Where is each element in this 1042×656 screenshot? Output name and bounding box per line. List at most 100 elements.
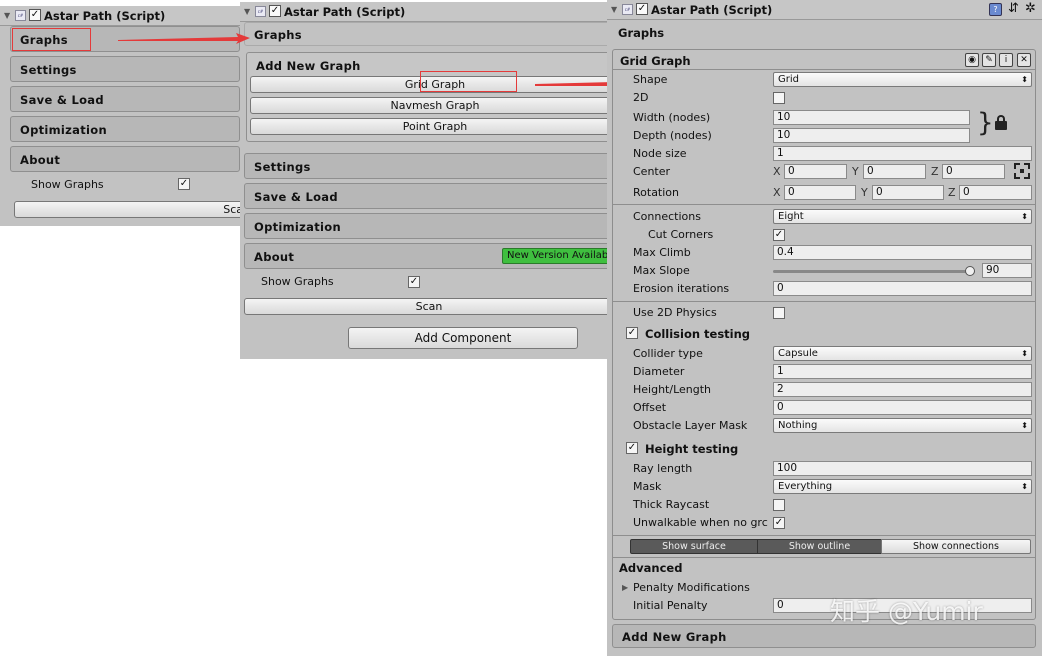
rotation-y-field[interactable]: 0 [872, 185, 944, 200]
rotation-z-field[interactable]: 0 [959, 185, 1032, 200]
thick-raycast-label: Thick Raycast [633, 498, 710, 511]
connections-dropdown[interactable]: Eight [773, 209, 1032, 224]
max-slope-slider-thumb[interactable] [965, 266, 975, 276]
width-field[interactable]: 10 [773, 110, 970, 125]
collider-type-label: Collider type [633, 347, 703, 360]
height-testing-checkbox[interactable]: ✓ [626, 442, 638, 454]
advanced-header[interactable]: Advanced [619, 561, 682, 575]
unwalkable-checkbox[interactable]: ✓ [773, 517, 785, 529]
preset-icon[interactable]: ⇵ [1008, 1, 1019, 16]
graphs-section[interactable]: Graphs [244, 22, 607, 46]
center-z-label: Z [931, 165, 939, 178]
script-icon: c# [15, 10, 26, 21]
show-surface-toggle[interactable]: Show surface [630, 539, 758, 554]
shape-dropdown[interactable]: Grid [773, 72, 1032, 87]
show-graphs-label: Show Graphs [31, 178, 104, 191]
component-header[interactable]: ▼ c# ✓ Astar Path (Script) ? ⇵ ✲ [607, 0, 1042, 20]
navmesh-graph-button[interactable]: Navmesh Graph [250, 97, 607, 114]
show-connections-toggle[interactable]: Show connections [881, 539, 1031, 554]
component-header[interactable]: ▼ c# ✓ Astar Path (Script) [240, 2, 607, 22]
settings-section[interactable]: Settings [10, 56, 240, 82]
max-climb-label: Max Climb [633, 246, 691, 259]
penalty-foldout-arrow-icon[interactable]: ▶ [622, 583, 628, 592]
enabled-checkbox[interactable]: ✓ [29, 9, 41, 21]
node-size-field[interactable]: 1 [773, 146, 1032, 161]
lock-icon[interactable] [995, 115, 1007, 131]
component-title: Astar Path (Script) [651, 3, 773, 17]
penalty-modifications-label[interactable]: Penalty Modifications [633, 581, 750, 594]
show-outline-toggle[interactable]: Show outline [757, 539, 882, 554]
pencil-icon[interactable]: ✎ [982, 53, 996, 67]
settings-section[interactable]: Settings [244, 153, 607, 179]
show-graphs-checkbox[interactable]: ✓ [178, 178, 190, 190]
max-slope-slider-track[interactable] [773, 266, 975, 276]
offset-field[interactable]: 0 [773, 400, 1032, 415]
enabled-checkbox[interactable]: ✓ [636, 3, 648, 15]
unwalkable-label: Unwalkable when no grc [633, 516, 768, 529]
height-length-field[interactable]: 2 [773, 382, 1032, 397]
divider [612, 535, 1036, 536]
grid-graph-highlight [420, 71, 517, 92]
depth-field[interactable]: 10 [773, 128, 970, 143]
add-new-graph-label: Add New Graph [622, 630, 727, 644]
save-load-section[interactable]: Save & Load [10, 86, 240, 112]
new-version-badge[interactable]: New Version Availab [502, 248, 607, 264]
center-x-label: X [773, 165, 781, 178]
thick-raycast-checkbox[interactable] [773, 499, 785, 511]
show-graphs-checkbox[interactable]: ✓ [408, 276, 420, 288]
foldout-arrow-icon[interactable]: ▼ [244, 7, 250, 16]
help-icon[interactable]: ? [989, 3, 1002, 16]
optimization-section[interactable]: Optimization [244, 213, 607, 239]
eye-icon[interactable]: ◉ [965, 53, 979, 67]
about-label: About [254, 250, 295, 264]
collider-type-dropdown[interactable]: Capsule [773, 346, 1032, 361]
mask-dropdown[interactable]: Everything [773, 479, 1032, 494]
component-header[interactable]: ▼ c# ✓ Astar Path (Script) [0, 6, 240, 26]
component-title: Astar Path (Script) [284, 5, 406, 19]
cut-corners-checkbox[interactable]: ✓ [773, 229, 785, 241]
mask-label: Mask [633, 480, 662, 493]
graphs-heading[interactable]: Graphs [618, 26, 664, 40]
shape-label: Shape [633, 73, 668, 86]
foldout-arrow-icon[interactable]: ▼ [4, 11, 10, 20]
rotation-z-label: Z [948, 186, 956, 199]
ray-length-field[interactable]: 100 [773, 461, 1032, 476]
collision-testing-header: Collision testing [645, 327, 751, 341]
info-icon[interactable]: i [999, 53, 1013, 67]
max-climb-field[interactable]: 0.4 [773, 245, 1032, 260]
center-z-field[interactable]: 0 [942, 164, 1005, 179]
snap-center-icon[interactable] [1014, 163, 1030, 179]
scan-label: Sca [223, 203, 240, 216]
graphs-label: Graphs [254, 28, 302, 42]
optimization-label: Optimization [254, 220, 341, 234]
rotation-x-field[interactable]: 0 [784, 185, 856, 200]
center-x-field[interactable]: 0 [784, 164, 847, 179]
center-y-field[interactable]: 0 [863, 164, 926, 179]
script-icon: c# [622, 4, 633, 15]
add-component-button[interactable]: Add Component [348, 327, 578, 349]
rotation-x-label: X [773, 186, 781, 199]
optimization-section[interactable]: Optimization [10, 116, 240, 142]
settings-label: Settings [254, 160, 311, 174]
two-d-checkbox[interactable] [773, 92, 785, 104]
grid-graph-title[interactable]: Grid Graph [620, 54, 691, 68]
scan-button[interactable]: Sca [14, 201, 240, 218]
obstacle-mask-dropdown[interactable]: Nothing [773, 418, 1032, 433]
gear-icon[interactable]: ✲ [1025, 1, 1036, 16]
erosion-field[interactable]: 0 [773, 281, 1032, 296]
enabled-checkbox[interactable]: ✓ [269, 5, 281, 17]
max-slope-field[interactable]: 90 [982, 263, 1032, 278]
point-graph-button[interactable]: Point Graph [250, 118, 607, 135]
foldout-arrow-icon[interactable]: ▼ [611, 5, 617, 14]
component-title: Astar Path (Script) [44, 9, 166, 23]
use-2d-physics-checkbox[interactable] [773, 307, 785, 319]
initial-penalty-label: Initial Penalty [633, 599, 708, 612]
save-load-label: Save & Load [254, 190, 338, 204]
about-section[interactable]: About [10, 146, 240, 172]
collision-testing-checkbox[interactable]: ✓ [626, 327, 638, 339]
close-icon[interactable]: ✕ [1017, 53, 1031, 67]
diameter-field[interactable]: 1 [773, 364, 1032, 379]
scan-button[interactable]: Scan [244, 298, 607, 315]
save-load-section[interactable]: Save & Load [244, 183, 607, 209]
add-new-graph-label: Add New Graph [256, 59, 361, 73]
